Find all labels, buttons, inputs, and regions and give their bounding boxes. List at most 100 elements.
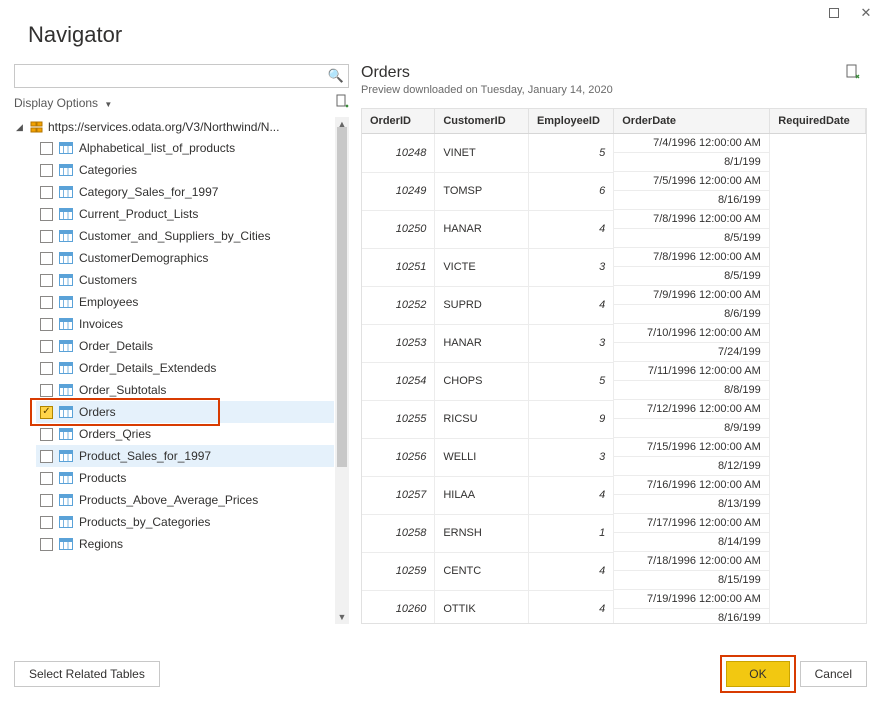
refresh-icon[interactable] (335, 94, 349, 111)
tree-item[interactable]: Orders (36, 401, 334, 423)
tree-item[interactable]: Category_Sales_for_1997 (36, 181, 334, 203)
checkbox[interactable] (40, 340, 53, 353)
column-header[interactable]: OrderDate (614, 109, 770, 134)
cell: 3 (528, 248, 613, 286)
checkbox[interactable] (40, 230, 53, 243)
cell: 10256 (362, 438, 435, 476)
tree-item[interactable]: Product_Sales_for_1997 (36, 445, 334, 467)
table-icon (59, 494, 73, 506)
cell: 9 (528, 400, 613, 438)
checkbox[interactable] (40, 450, 53, 463)
ok-button[interactable]: OK (726, 661, 789, 687)
cell: HANAR (435, 210, 529, 248)
cell: 3 (528, 324, 613, 362)
maximize-button[interactable] (827, 6, 841, 20)
tree-item[interactable]: Current_Product_Lists (36, 203, 334, 225)
tree-root-node[interactable]: ◢ https://services.odata.org/V3/Northwin… (14, 117, 334, 137)
cell: 3 (528, 438, 613, 476)
cell: 8/1/199 (614, 153, 770, 172)
cell: 7/8/1996 12:00:00 AM (614, 210, 770, 229)
cell: 6 (528, 172, 613, 210)
table-row[interactable]: 10251VICTE37/8/1996 12:00:00 AM8/5/199 (362, 248, 866, 286)
search-icon[interactable]: 🔍 (328, 68, 344, 84)
display-options-button[interactable]: Display Options ▼ (14, 96, 112, 110)
tree-item[interactable]: Customer_and_Suppliers_by_Cities (36, 225, 334, 247)
table-row[interactable]: 10260OTTIK47/19/1996 12:00:00 AM8/16/199 (362, 590, 866, 624)
display-options-label: Display Options (14, 96, 98, 110)
table-icon (59, 362, 73, 374)
table-row[interactable]: 10258ERNSH17/17/1996 12:00:00 AM8/14/199 (362, 514, 866, 552)
checkbox[interactable] (40, 318, 53, 331)
column-header[interactable]: RequiredDate (770, 109, 866, 134)
tree-item[interactable]: Order_Subtotals (36, 379, 334, 401)
tree-scrollbar[interactable]: ▲ ▼ (335, 117, 349, 624)
tree-item[interactable]: Customers (36, 269, 334, 291)
checkbox[interactable] (40, 494, 53, 507)
tree-item[interactable]: Categories (36, 159, 334, 181)
cell: 7/4/1996 12:00:00 AM (614, 134, 770, 153)
checkbox[interactable] (40, 406, 53, 419)
checkbox[interactable] (40, 252, 53, 265)
table-row[interactable]: 10253HANAR37/10/1996 12:00:00 AM7/24/199 (362, 324, 866, 362)
tree-item[interactable]: Invoices (36, 313, 334, 335)
cell: 5 (528, 362, 613, 400)
table-row[interactable]: 10255RICSU97/12/1996 12:00:00 AM8/9/199 (362, 400, 866, 438)
table-row[interactable]: 10249TOMSP67/5/1996 12:00:00 AM8/16/199 (362, 172, 866, 210)
cell: 10249 (362, 172, 435, 210)
cell: HANAR (435, 324, 529, 362)
search-box[interactable]: 🔍 (14, 64, 349, 88)
checkbox[interactable] (40, 274, 53, 287)
table-row[interactable]: 10254CHOPS57/11/1996 12:00:00 AM8/8/199 (362, 362, 866, 400)
table-row[interactable]: 10257HILAA47/16/1996 12:00:00 AM8/13/199 (362, 476, 866, 514)
tree-item[interactable]: Alphabetical_list_of_products (36, 137, 334, 159)
cell: RICSU (435, 400, 529, 438)
cell: 8/16/199 (614, 609, 770, 624)
tree-item[interactable]: Employees (36, 291, 334, 313)
checkbox[interactable] (40, 142, 53, 155)
tree-item-label: Products (79, 471, 126, 485)
select-related-tables-button[interactable]: Select Related Tables (14, 661, 160, 687)
tree-item[interactable]: Orders_Qries (36, 423, 334, 445)
tree-item[interactable]: Products_Above_Average_Prices (36, 489, 334, 511)
table-icon (59, 164, 73, 176)
tree-item[interactable]: CustomerDemographics (36, 247, 334, 269)
column-header[interactable]: CustomerID (435, 109, 529, 134)
checkbox[interactable] (40, 538, 53, 551)
cell: 8/6/199 (614, 305, 770, 324)
table-row[interactable]: 10252SUPRD47/9/1996 12:00:00 AM8/6/199 (362, 286, 866, 324)
collapse-icon[interactable]: ◢ (16, 122, 26, 133)
tree-item[interactable]: Regions (36, 533, 334, 555)
left-pane: 🔍 Display Options ▼ ◢ (14, 64, 349, 624)
window-controls: ✕ (827, 6, 873, 20)
edit-preview-icon[interactable] (845, 64, 861, 83)
tree-item[interactable]: Order_Details (36, 335, 334, 357)
tree-item[interactable]: Order_Details_Extendeds (36, 357, 334, 379)
cell: 8/8/199 (614, 381, 770, 400)
close-button[interactable]: ✕ (859, 6, 873, 20)
checkbox[interactable] (40, 472, 53, 485)
checkbox[interactable] (40, 516, 53, 529)
checkbox[interactable] (40, 208, 53, 221)
table-row[interactable]: 10248VINET57/4/1996 12:00:00 AM8/1/199 (362, 134, 866, 173)
cell: 7/15/1996 12:00:00 AM (614, 438, 770, 457)
checkbox[interactable] (40, 428, 53, 441)
table-row[interactable]: 10250HANAR47/8/1996 12:00:00 AM8/5/199 (362, 210, 866, 248)
scroll-down-icon[interactable]: ▼ (335, 610, 349, 624)
column-header[interactable]: EmployeeID (528, 109, 613, 134)
column-header[interactable]: OrderID (362, 109, 435, 134)
scroll-thumb[interactable] (337, 127, 347, 467)
cancel-button[interactable]: Cancel (800, 661, 867, 687)
checkbox[interactable] (40, 296, 53, 309)
checkbox[interactable] (40, 164, 53, 177)
checkbox[interactable] (40, 186, 53, 199)
search-input[interactable] (21, 68, 328, 84)
cell: 7/17/1996 12:00:00 AM (614, 514, 770, 533)
checkbox[interactable] (40, 362, 53, 375)
tree-item[interactable]: Products_by_Categories (36, 511, 334, 533)
table-row[interactable]: 10256WELLI37/15/1996 12:00:00 AM8/12/199 (362, 438, 866, 476)
table-row[interactable]: 10259CENTC47/18/1996 12:00:00 AM8/15/199 (362, 552, 866, 590)
tree-item[interactable]: Products (36, 467, 334, 489)
checkbox[interactable] (40, 384, 53, 397)
footer: Select Related Tables OK Cancel (14, 661, 867, 687)
cell: 4 (528, 590, 613, 624)
